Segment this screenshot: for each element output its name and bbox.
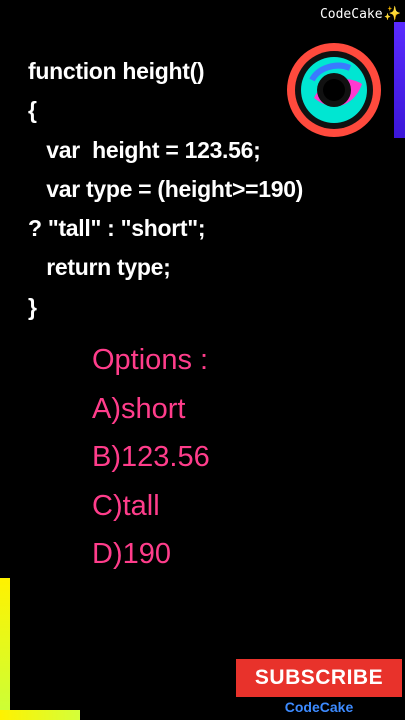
code-line: { [28, 97, 37, 124]
decorative-frame-bottom [0, 710, 80, 720]
option-c[interactable]: C)tall [92, 482, 210, 531]
decorative-side-bar [394, 22, 405, 138]
subscribe-button[interactable]: SUBSCRIBE [236, 659, 402, 697]
code-line: } [28, 293, 37, 320]
code-line: var height = 123.56; [28, 136, 261, 163]
code-snippet: function height() { var height = 123.56;… [28, 52, 303, 327]
code-line: ? "tall" : "short"; [28, 215, 206, 242]
options-list: Options : A)short B)123.56 C)tall D)190 [92, 336, 210, 579]
option-d[interactable]: D)190 [92, 530, 210, 579]
sparkle-icon: ✨ [383, 6, 401, 22]
code-line: function height() [28, 58, 205, 84]
decorative-frame-left [0, 578, 10, 720]
code-line: var type = (height>=190) [28, 175, 304, 202]
brand-label-bottom: CodeCake [284, 699, 354, 715]
brand-label-top: CodeCake ✨ [320, 6, 401, 22]
code-line: return type; [28, 254, 171, 281]
option-a[interactable]: A)short [92, 385, 210, 434]
brand-name: CodeCake [319, 6, 383, 22]
option-b[interactable]: B)123.56 [92, 433, 210, 482]
options-title: Options : [92, 344, 209, 376]
